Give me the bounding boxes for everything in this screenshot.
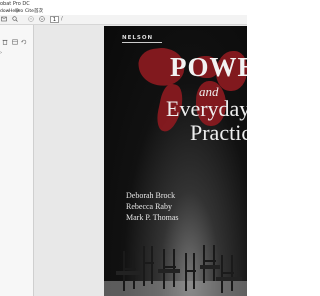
menu-item-window[interactable]: dow	[0, 8, 9, 15]
thumbnail-options-icon[interactable]	[12, 39, 18, 45]
cover-authors: Deborah Brock Rebecca Raby Mark P. Thoma…	[126, 190, 179, 223]
author-name: Mark P. Thomas	[126, 213, 179, 222]
book-cover-page: NELSON POWER and Everyday Practices Debo…	[104, 26, 247, 296]
delete-icon[interactable]	[2, 39, 8, 45]
author-name: Rebecca Raby	[126, 202, 172, 211]
search-icon[interactable]	[12, 16, 18, 22]
sidebar-expand-chevron[interactable]: ›	[0, 51, 2, 56]
window-titlebar: obat Pro DC	[0, 0, 247, 8]
window-title: obat Pro DC	[0, 1, 30, 7]
previous-page-icon[interactable]	[28, 16, 34, 22]
cover-title-line-1: POWER	[170, 52, 247, 82]
menu-bar: dow Help Pro Cite 首次	[0, 8, 247, 15]
cover-chairs-image	[104, 245, 247, 296]
publisher-logo: NELSON	[122, 35, 154, 41]
menu-item-cite[interactable]: Cite	[25, 8, 34, 15]
mail-icon[interactable]	[1, 16, 7, 22]
cover-title-line-4: Practices	[190, 120, 247, 145]
navigation-sidebar: › ‹	[0, 25, 34, 296]
page-total: /	[61, 16, 63, 22]
author-name: Deborah Brock	[126, 191, 176, 200]
menu-item-pro[interactable]: Pro	[16, 8, 23, 15]
publisher-rule	[122, 42, 162, 43]
page-number-input[interactable]: 1	[50, 16, 59, 23]
cover-title-line-3: Everyday	[166, 96, 247, 121]
rotate-icon[interactable]	[21, 39, 27, 45]
toolbar: 1 /	[0, 15, 247, 25]
next-page-icon[interactable]	[39, 16, 45, 22]
menu-item-extra[interactable]: 首次	[34, 8, 43, 15]
